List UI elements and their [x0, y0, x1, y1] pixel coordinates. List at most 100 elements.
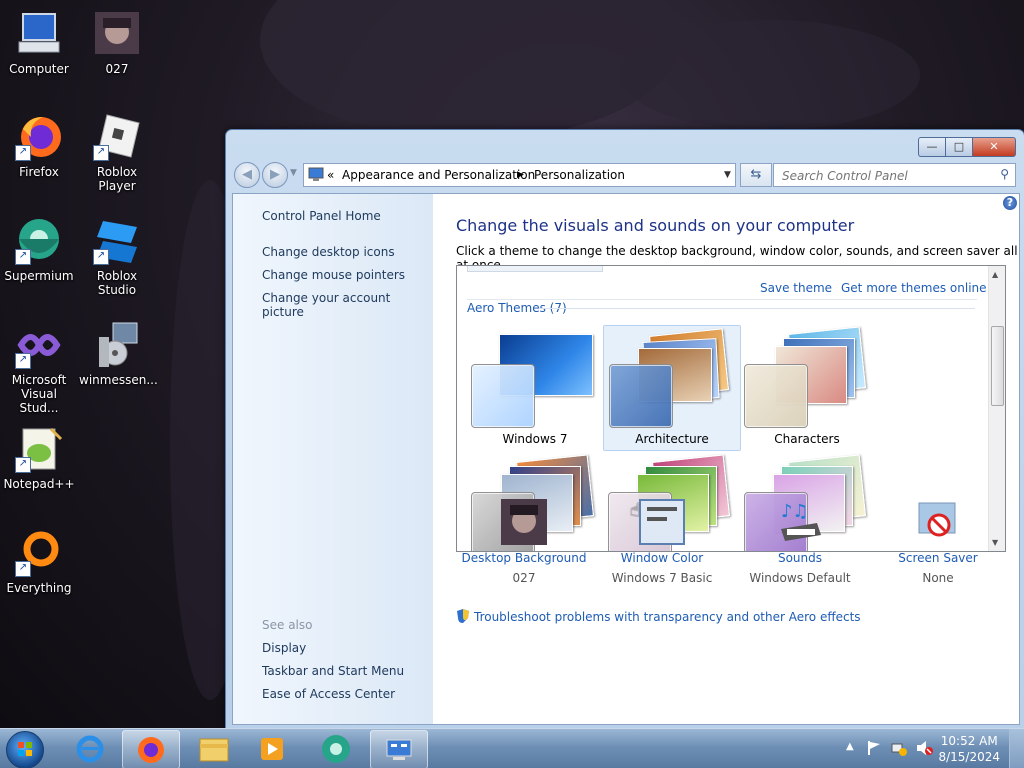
- supermium-icon: [322, 735, 350, 763]
- network-icon[interactable]: [891, 740, 907, 759]
- desktop-icon-computer[interactable]: Computer: [1, 10, 77, 76]
- taskbar-control-panel[interactable]: [370, 730, 428, 768]
- breadcrumb-personalization[interactable]: Personalization: [534, 168, 625, 182]
- svg-text:♪♫: ♪♫: [781, 501, 809, 522]
- control-panel-icon: [386, 739, 412, 760]
- internet-explorer-icon: [76, 735, 104, 763]
- address-dropdown-icon[interactable]: ▼: [724, 170, 731, 180]
- forward-button[interactable]: ▶: [262, 162, 288, 188]
- personalization-window: — □ ✕ ◀ ▶ ▼ « Appearance and Personaliza…: [225, 129, 1024, 729]
- windows-logo-icon: [18, 742, 32, 756]
- maximize-button[interactable]: □: [945, 137, 972, 157]
- search-input[interactable]: [780, 168, 984, 184]
- image-icon: [93, 10, 141, 58]
- desktop-icon-supermium[interactable]: ↗ Supermium: [1, 217, 77, 283]
- link-ease-of-access[interactable]: Ease of Access Center: [262, 687, 395, 701]
- desktop-icon-firefox[interactable]: ↗ Firefox: [1, 113, 77, 179]
- sounds-setting[interactable]: ♪♫ Sounds Windows Default: [735, 499, 865, 585]
- group-rule: [539, 308, 975, 309]
- taskbar-supermium[interactable]: [308, 730, 364, 767]
- troubleshoot-link[interactable]: Troubleshoot problems with transparency …: [456, 608, 861, 627]
- recent-pages-chevron-icon[interactable]: ▼: [290, 168, 297, 178]
- control-panel-icon: [308, 166, 324, 185]
- window-color-setting[interactable]: Window Color Windows 7 Basic: [597, 499, 727, 585]
- taskbar-firefox[interactable]: [122, 730, 180, 768]
- theme-color-swatch: [744, 364, 808, 428]
- desktop-icon-label: Notepad++: [3, 477, 75, 491]
- wallpaper-shape: [260, 0, 680, 140]
- page-title: Change the visuals and sounds on your co…: [456, 216, 855, 235]
- theme-architecture[interactable]: Architecture: [603, 325, 741, 451]
- desktop-icon-label: Supermium: [4, 269, 74, 283]
- minimize-button[interactable]: —: [918, 137, 945, 157]
- content-area: Control Panel Home Change desktop icons …: [232, 193, 1020, 725]
- everything-icon: ↗: [15, 529, 63, 577]
- taskbar-explorer[interactable]: [186, 730, 242, 767]
- show-desktop-button[interactable]: [1009, 729, 1024, 768]
- link-change-desktop-icons[interactable]: Change desktop icons: [262, 245, 395, 259]
- caption-buttons: — □ ✕: [918, 137, 1016, 157]
- scroll-thumb[interactable]: [991, 326, 1004, 406]
- navigation-bar: ◀ ▶ ▼ « Appearance and Personalization ▶…: [232, 162, 1018, 188]
- sounds-link[interactable]: Sounds: [735, 551, 865, 565]
- desktop-icon-label: Computer: [9, 62, 69, 76]
- search-icon[interactable]: ⚲: [1000, 167, 1009, 181]
- screen-saver-link[interactable]: Screen Saver: [873, 551, 1003, 565]
- desktop-icon-winmessenger[interactable]: winmessen...: [79, 321, 158, 387]
- link-change-mouse-pointers[interactable]: Change mouse pointers: [262, 268, 405, 282]
- sounds-icon: ♪♫: [777, 499, 823, 545]
- roblox-studio-icon: ↗: [93, 217, 141, 265]
- start-button[interactable]: [6, 731, 44, 768]
- refresh-button[interactable]: ⇆: [740, 163, 772, 187]
- clock[interactable]: 10:52 AM 8/15/2024: [938, 733, 1000, 765]
- desktop-icon-notepadpp[interactable]: ↗ Notepad++: [1, 425, 77, 491]
- desktop-icon-label: Firefox: [19, 165, 59, 179]
- taskbar-media-player[interactable]: [244, 730, 300, 767]
- desktop-background-link[interactable]: Desktop Background: [459, 551, 589, 565]
- taskbar-ie[interactable]: [62, 730, 118, 767]
- desktop-icon-label: Everything: [6, 581, 72, 595]
- clock-date: 8/15/2024: [938, 750, 1000, 764]
- back-button[interactable]: ◀: [234, 162, 260, 188]
- link-change-account-picture[interactable]: Change your account picture: [262, 291, 433, 319]
- link-control-panel-home[interactable]: Control Panel Home: [262, 209, 381, 223]
- computer-icon: [15, 10, 63, 58]
- close-button[interactable]: ✕: [972, 137, 1016, 157]
- wallpaper-shape: [620, 20, 920, 130]
- desktop-icon-visual-studio[interactable]: ↗ Microsoft Visual Stud...: [1, 321, 77, 415]
- help-icon[interactable]: ?: [1003, 196, 1017, 210]
- desktop-background-setting[interactable]: Desktop Background 027: [459, 499, 589, 585]
- desktop-icon-027[interactable]: 027: [79, 10, 155, 76]
- address-bar[interactable]: « Appearance and Personalization ▶ Perso…: [303, 163, 736, 187]
- folder-icon: [199, 738, 229, 762]
- desktop-icon-roblox-studio[interactable]: ↗ Roblox Studio: [79, 217, 155, 297]
- theme-color-swatch: [471, 364, 535, 428]
- window-color-value: Windows 7 Basic: [611, 571, 713, 585]
- screen-saver-icon: [915, 499, 961, 545]
- left-pane: Control Panel Home Change desktop icons …: [233, 194, 433, 724]
- link-display[interactable]: Display: [262, 641, 306, 655]
- installer-icon: [93, 321, 141, 369]
- save-theme-link[interactable]: Save theme: [760, 281, 832, 295]
- desktop-icon-label: 027: [105, 62, 129, 76]
- desktop-background-value: 027: [512, 571, 536, 585]
- taskbar: ▲ 10:52 AM 8/15/2024: [0, 728, 1024, 768]
- theme-label: Characters: [774, 432, 840, 446]
- screen-saver-setting[interactable]: Screen Saver None: [873, 499, 1003, 585]
- see-also-heading: See also: [262, 618, 313, 632]
- theme-characters[interactable]: Characters: [739, 326, 875, 450]
- desktop-icon-roblox-player[interactable]: ↗ Roblox Player: [79, 113, 155, 193]
- notepadpp-icon: ↗: [15, 425, 63, 473]
- desktop-icon-everything[interactable]: ↗ Everything: [1, 529, 77, 595]
- link-taskbar-start-menu[interactable]: Taskbar and Start Menu: [262, 664, 404, 678]
- window-color-link[interactable]: Window Color: [597, 551, 727, 565]
- scroll-up-icon[interactable]: ▲: [992, 270, 998, 279]
- action-center-flag-icon[interactable]: [866, 740, 882, 759]
- breadcrumb-separator-icon[interactable]: ▶: [517, 170, 524, 180]
- show-hidden-icons-icon[interactable]: ▲: [846, 741, 854, 752]
- get-more-themes-link[interactable]: Get more themes online: [841, 281, 987, 295]
- volume-muted-icon[interactable]: [916, 740, 934, 759]
- search-box[interactable]: ⚲: [773, 163, 1016, 187]
- theme-windows-7[interactable]: Windows 7: [467, 326, 603, 450]
- breadcrumb-appearance[interactable]: Appearance and Personalization: [342, 168, 535, 182]
